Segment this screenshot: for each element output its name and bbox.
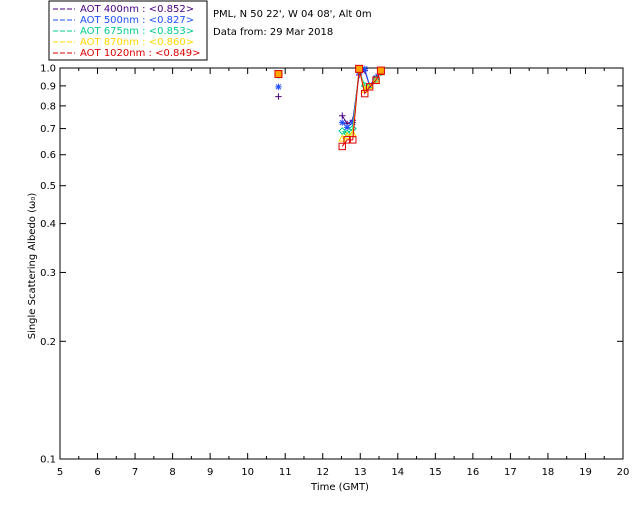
legend-entry: AOT 675nm : <0.853> [80, 26, 194, 37]
x-tick-label: 18 [542, 467, 555, 478]
x-tick-label: 10 [241, 467, 254, 478]
y-tick-label: 0.9 [40, 81, 56, 92]
x-tick-label: 15 [429, 467, 442, 478]
y-tick-label: 1.0 [40, 64, 56, 75]
data-marks [274, 64, 385, 151]
y-tick-label: 0.7 [40, 124, 56, 135]
y-tick-label: 0.6 [40, 150, 56, 161]
overlay-point [274, 70, 283, 79]
x-tick-label: 11 [279, 467, 292, 478]
data-point-asterisk [275, 83, 282, 91]
chart-title-line-1: PML, N 50 22', W 04 08', Alt 0m [213, 9, 372, 20]
legend-entry: AOT 1020nm : <0.849> [80, 48, 200, 59]
overlay-point [376, 66, 385, 75]
x-tick-label: 14 [391, 467, 404, 478]
x-tick-label: 20 [617, 467, 630, 478]
x-tick-label: 19 [579, 467, 592, 478]
legend-entry: AOT 400nm : <0.852> [80, 4, 194, 15]
legend: AOT 400nm : <0.852>AOT 500nm : <0.827>AO… [48, 0, 208, 61]
x-tick-label: 5 [57, 467, 63, 478]
overlay-point [355, 64, 364, 73]
data-point-plus [339, 112, 346, 119]
series-2 [275, 65, 385, 131]
x-tick-label: 7 [132, 467, 138, 478]
x-tick-label: 17 [504, 467, 517, 478]
y-tick-label: 0.8 [40, 101, 56, 112]
y-tick-label: 0.2 [40, 337, 56, 348]
x-tick-label: 6 [94, 467, 100, 478]
axes: 5 6 7 8 9 10 11 12 13 14 15 16 17 18 19 20 0.1 0.2 0.3 0.4 0… [40, 64, 629, 479]
legend-entry: AOT 870nm : <0.860> [80, 37, 194, 48]
x-tick-label: 8 [169, 467, 175, 478]
y-axis-label: Single Scattering Albedo (ω₀) [27, 193, 38, 340]
y-tick-label: 0.4 [40, 219, 56, 230]
legend-entry: AOT 500nm : <0.827> [80, 15, 194, 26]
data-point-asterisk [339, 119, 346, 126]
plot-frame [59, 67, 624, 460]
y-tick-label: 0.5 [40, 181, 56, 192]
chart: AOT 400nm : <0.852>AOT 500nm : <0.827>AO… [27, 0, 629, 493]
x-tick-label: 9 [207, 467, 213, 478]
data-point-plus [275, 93, 282, 100]
y-tick-label: 0.3 [40, 268, 56, 279]
x-axis-label: Time (GMT) [310, 482, 369, 493]
x-tick-label: 13 [354, 467, 367, 478]
x-tick-label: 16 [466, 467, 479, 478]
y-tick-label: 0.1 [40, 455, 56, 466]
chart-title-line-2: Data from: 29 Mar 2018 [213, 27, 333, 38]
x-tick-label: 12 [316, 467, 329, 478]
